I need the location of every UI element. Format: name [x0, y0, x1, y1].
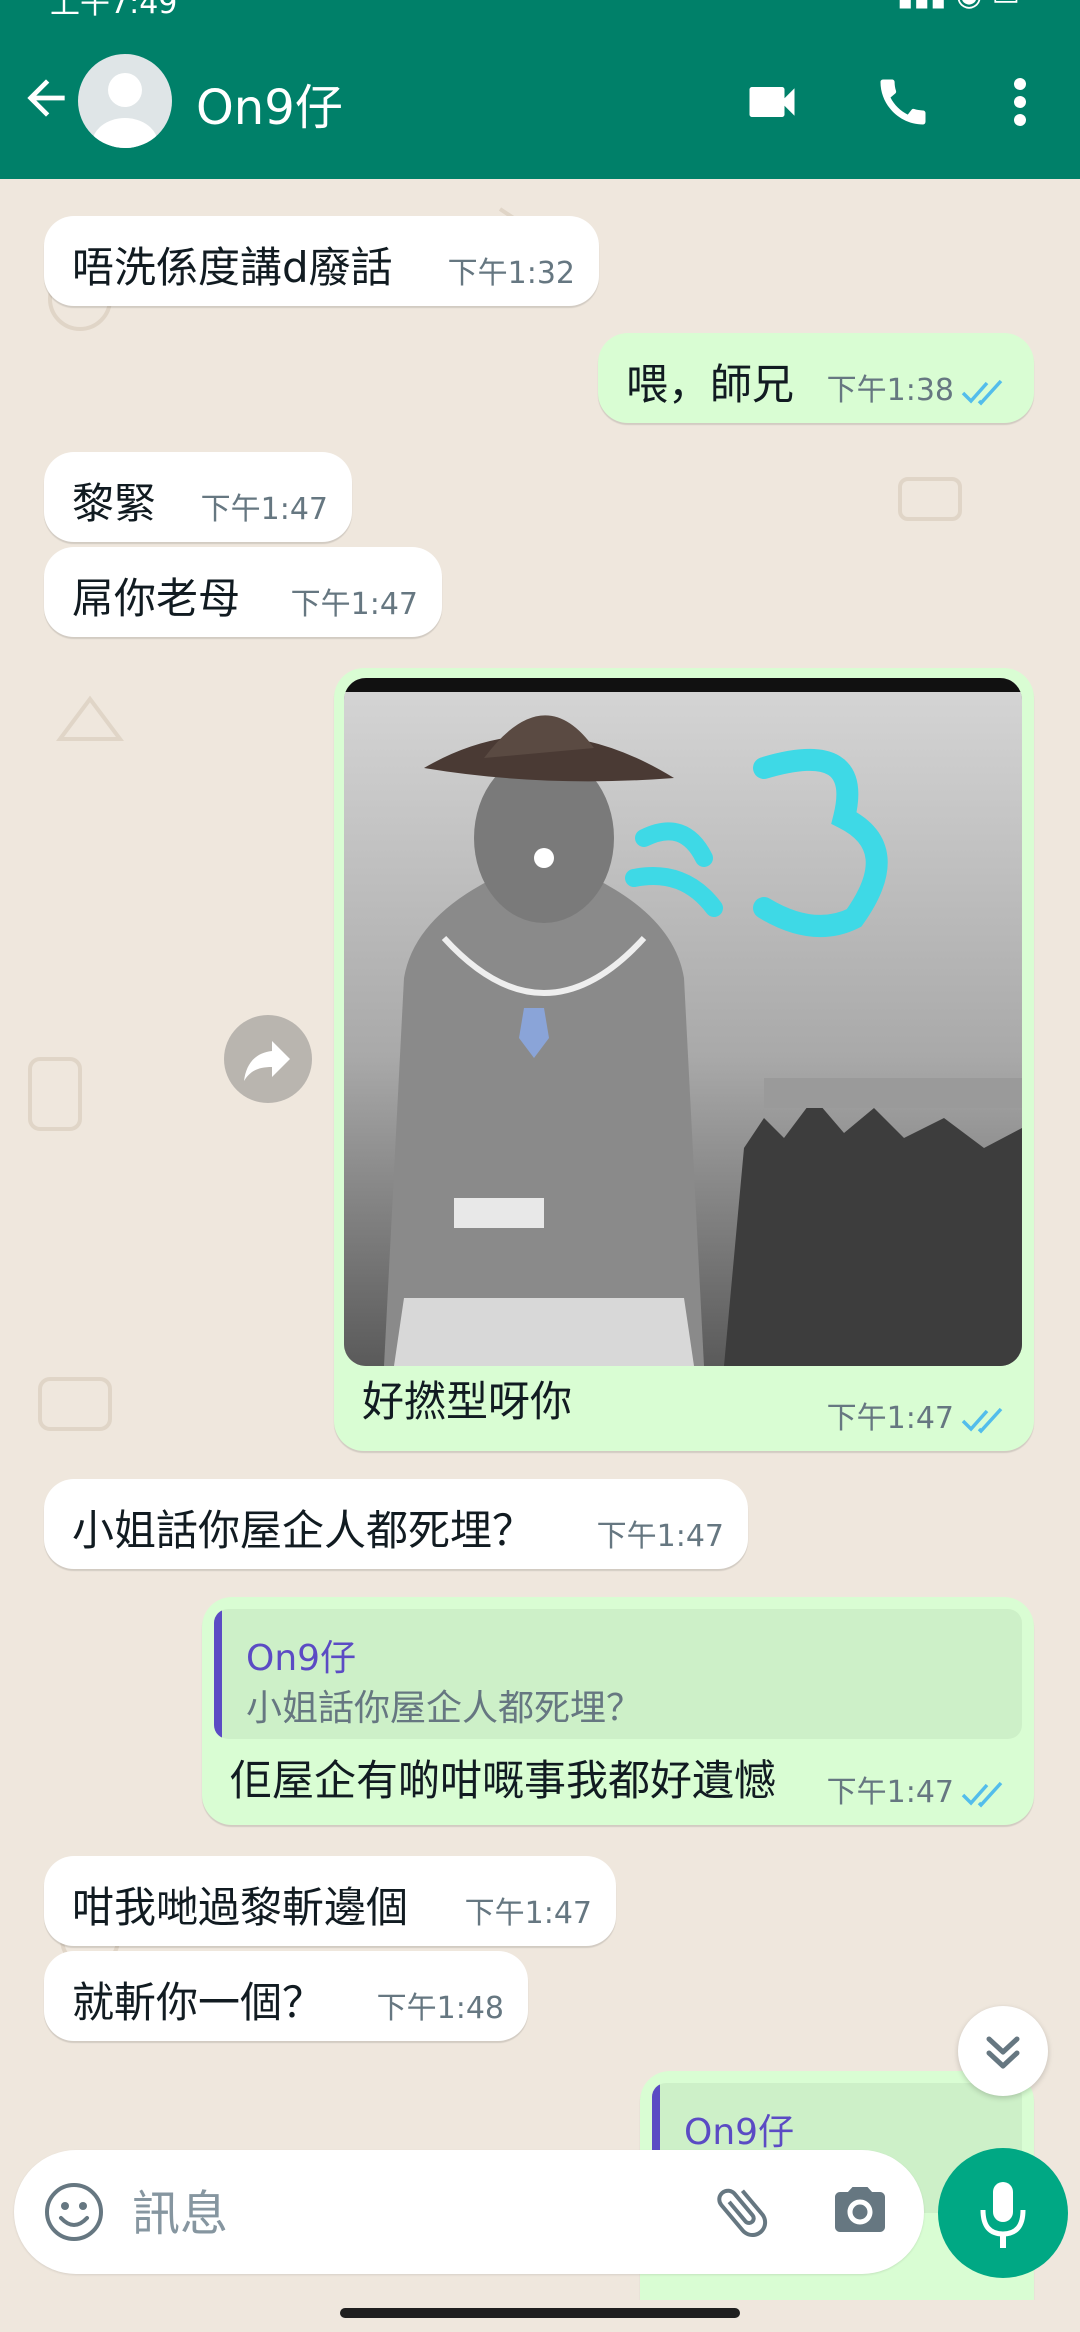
message-text: 小姐話你屋企人都死埋？: [72, 1506, 535, 1555]
message-text: 咁我哋過黎斬邊個: [72, 1883, 409, 1932]
more-vert-icon[interactable]: [1000, 72, 1040, 132]
quote-sender: On9仔: [246, 1638, 357, 1679]
mic-icon: [980, 2182, 1026, 2248]
scroll-to-bottom-button[interactable]: [958, 2006, 1048, 2096]
message-time: 下午1:47: [826, 1775, 954, 1810]
status-icons: ▮▮▮ ◉ ▭: [897, 0, 1020, 13]
message-bubble-incoming[interactable]: 小姐話你屋企人都死埋？ 下午1:47: [44, 1479, 748, 1569]
message-time: 下午1:32: [447, 256, 575, 291]
video-call-icon[interactable]: [742, 72, 802, 132]
message-time: 下午1:38: [826, 373, 954, 408]
back-arrow-icon[interactable]: [18, 70, 74, 126]
chat-area[interactable]: 唔洗係度講d廢話 下午1:32 喂，師兄 下午1:38 黎緊 下午1:47 屌你…: [0, 179, 1080, 2309]
message-text: 唔洗係度講d廢話: [72, 243, 393, 292]
status-bar: 上午7:49 ▮▮▮ ◉ ▭: [0, 0, 1080, 16]
shared-image[interactable]: [344, 678, 1022, 1366]
quote-sender: On9仔: [684, 2112, 795, 2153]
chevron-double-down-icon: [986, 2036, 1020, 2069]
message-bubble-reply-outgoing[interactable]: On9仔 小姐話你屋企人都死埋？ 佢屋企有啲咁嘅事我都好遺憾 下午1:47: [202, 1597, 1034, 1825]
system-nav-bar: [0, 2300, 1080, 2332]
message-bubble-outgoing[interactable]: 喂，師兄 下午1:38: [598, 333, 1034, 423]
image-caption: 好撚型呀你: [362, 1377, 573, 1426]
message-bubble-incoming[interactable]: 黎緊 下午1:47: [44, 452, 352, 542]
message-time: 下午1:47: [826, 1401, 954, 1436]
message-time: 下午1:48: [376, 1991, 504, 2026]
message-text: 屌你老母: [72, 574, 241, 623]
status-time: 上午7:49: [50, 0, 177, 16]
quote-accent-bar: [214, 1609, 222, 1739]
forward-icon: [244, 1041, 290, 1081]
message-bubble-incoming[interactable]: 唔洗係度講d廢話 下午1:32: [44, 216, 599, 306]
message-time: 下午1:47: [596, 1519, 724, 1554]
message-time: 下午1:47: [290, 587, 418, 622]
message-input[interactable]: [132, 2184, 682, 2244]
camera-icon[interactable]: [828, 2182, 892, 2242]
message-bubble-incoming[interactable]: 咁我哋過黎斬邊個 下午1:47: [44, 1856, 616, 1946]
avatar[interactable]: [78, 54, 172, 148]
avatar-icon: [92, 73, 158, 148]
quote-text: 小姐話你屋企人都死埋？: [246, 1688, 643, 1729]
read-ticks-icon: [961, 379, 1003, 406]
message-time: 下午1:47: [464, 1896, 592, 1931]
message-bubble-image-outgoing[interactable]: 好撚型呀你 下午1:47: [334, 668, 1034, 1451]
emoji-icon[interactable]: [42, 2180, 106, 2244]
read-ticks-icon: [961, 1407, 1003, 1434]
message-text: 黎緊: [72, 479, 157, 528]
message-bubble-incoming[interactable]: 就斬你一個？ 下午1:48: [44, 1951, 528, 2041]
message-bubble-incoming[interactable]: 屌你老母 下午1:47: [44, 547, 442, 637]
message-time: 下午1:47: [200, 492, 328, 527]
phone-icon[interactable]: [873, 72, 933, 132]
message-text: 喂，師兄: [626, 360, 795, 409]
paperclip-icon[interactable]: [710, 2180, 774, 2244]
compose-bar: [14, 2150, 924, 2274]
read-ticks-icon: [961, 1781, 1003, 1808]
photo-thumbnail: [344, 678, 1022, 1366]
app-bar: 上午7:49 ▮▮▮ ◉ ▭ On9仔: [0, 0, 1080, 179]
quoted-message[interactable]: On9仔 小姐話你屋企人都死埋？: [214, 1609, 1022, 1739]
home-indicator[interactable]: [340, 2308, 740, 2318]
forward-button[interactable]: [224, 1015, 312, 1103]
message-text: 佢屋企有啲咁嘅事我都好遺憾: [230, 1756, 777, 1805]
contact-name[interactable]: On9仔: [196, 68, 343, 138]
message-text: 就斬你一個？: [72, 1978, 325, 2027]
mic-button[interactable]: [938, 2148, 1068, 2278]
